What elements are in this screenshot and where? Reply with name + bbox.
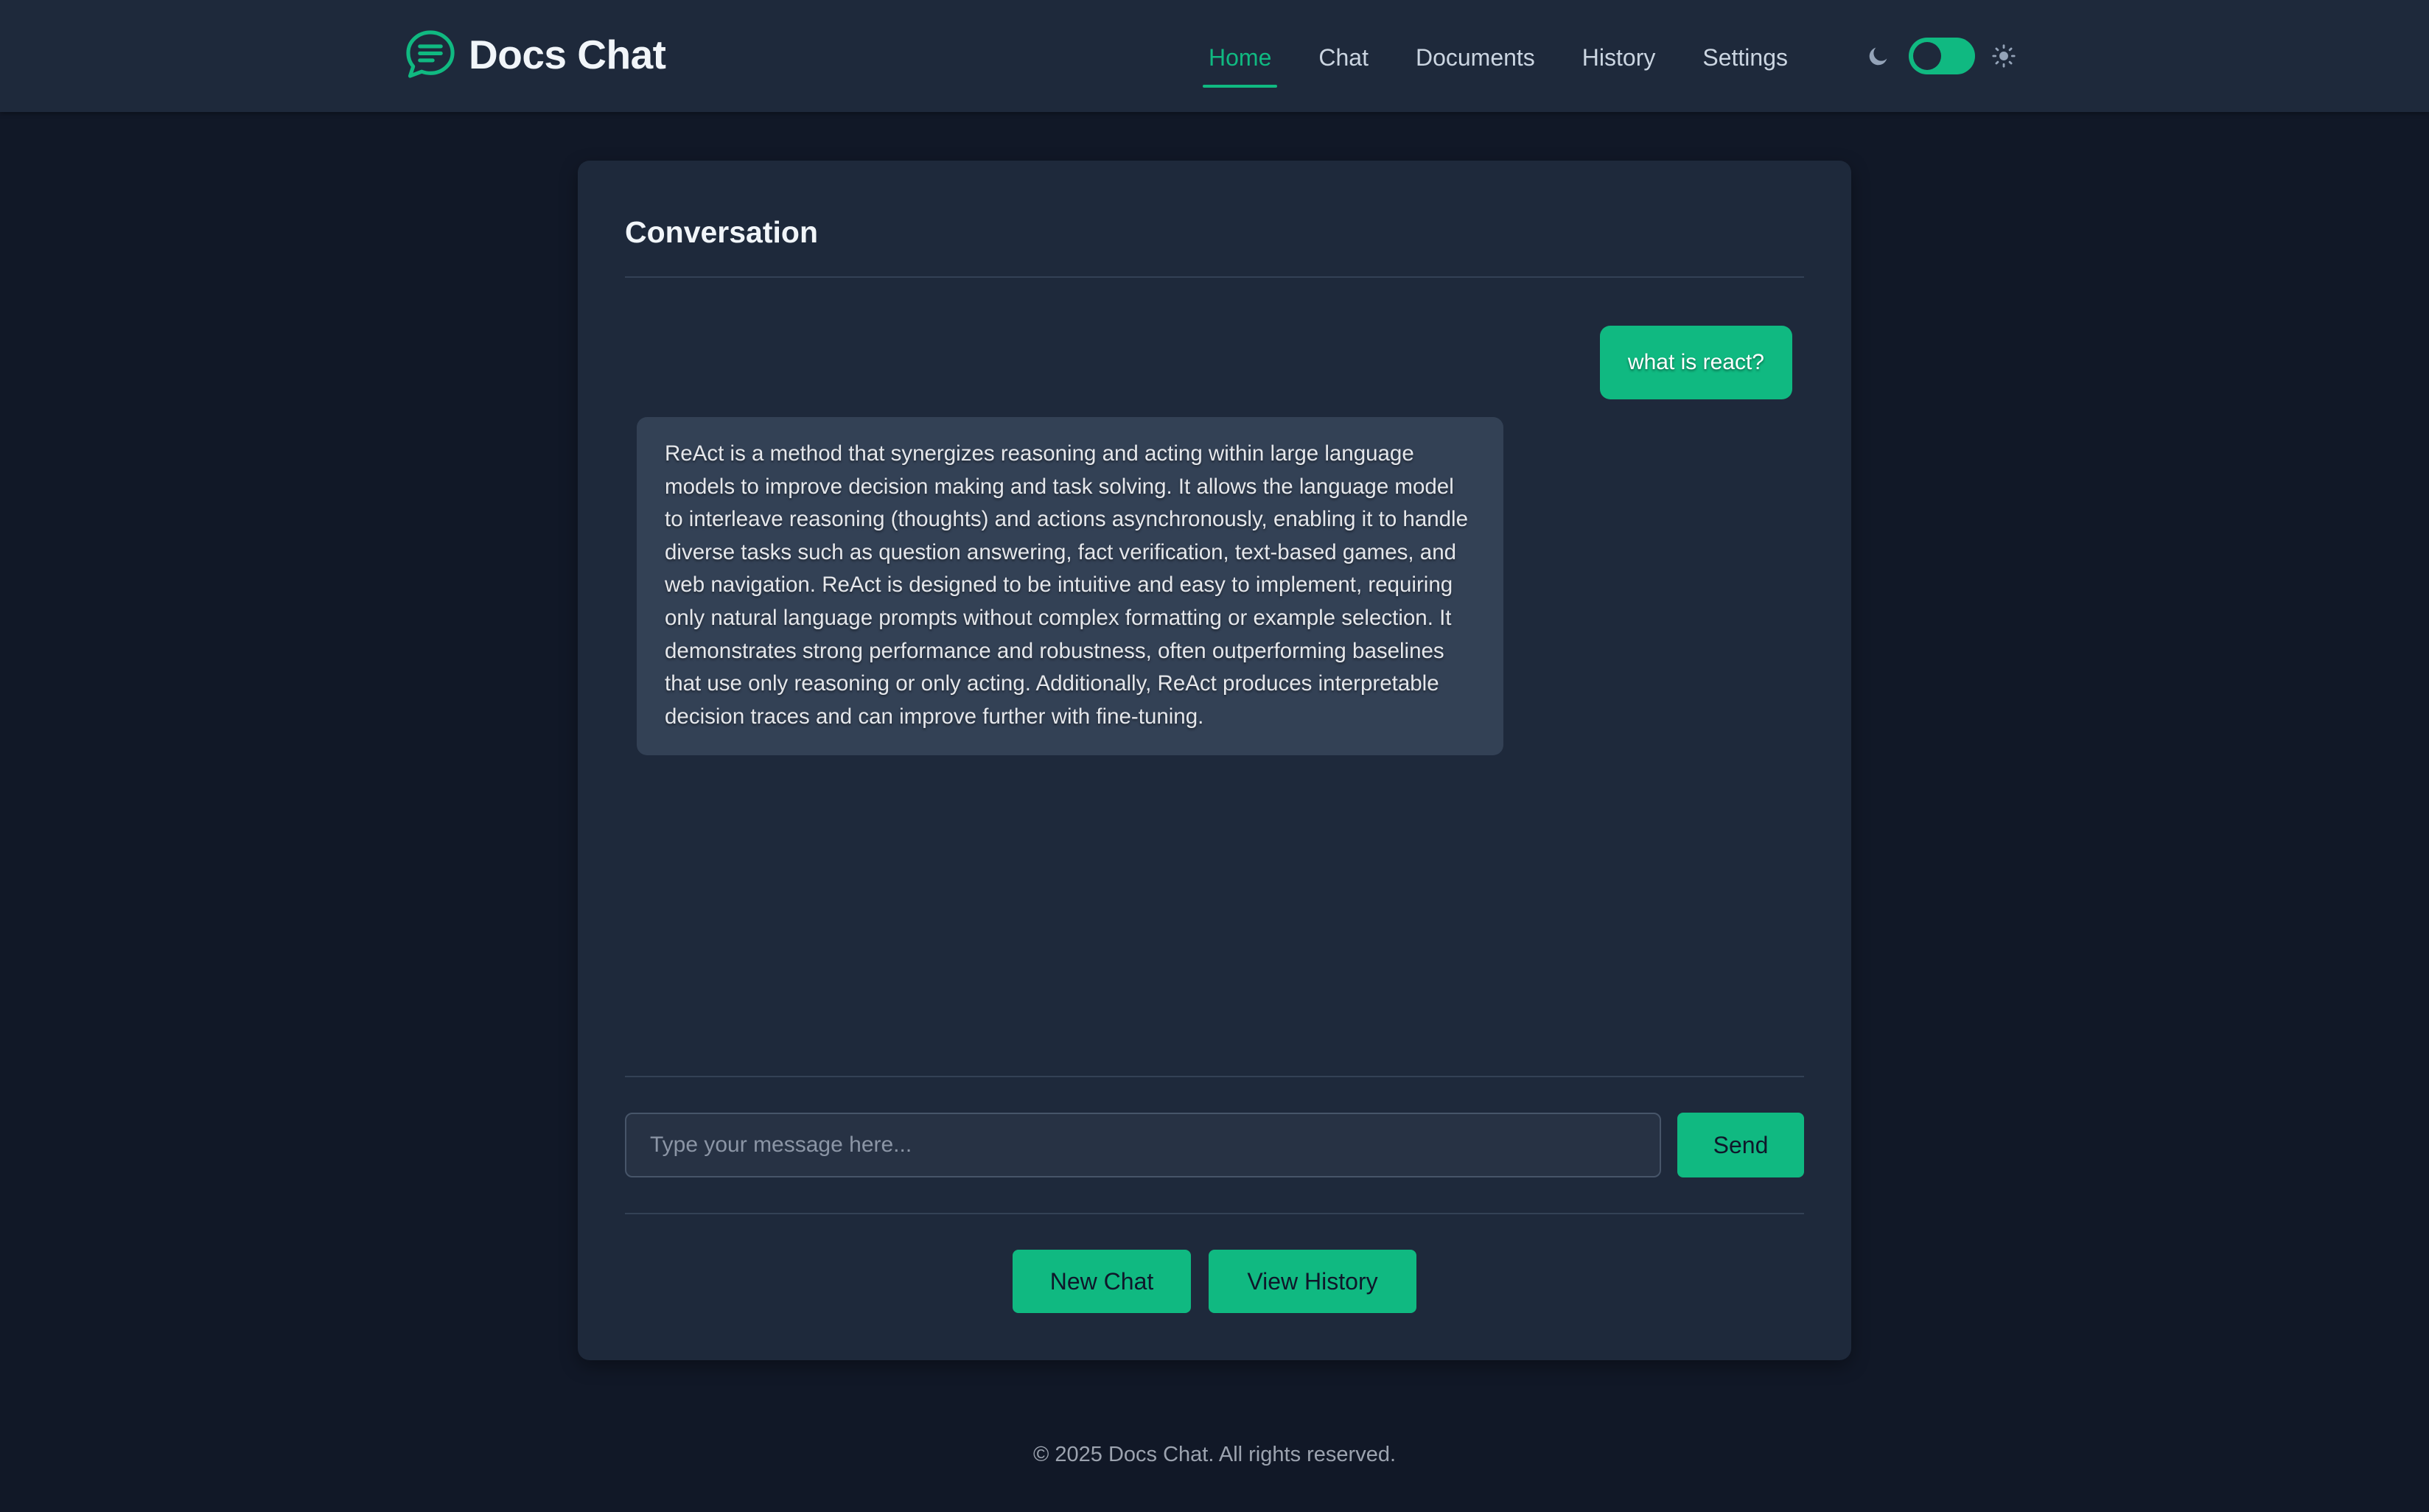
nav-item-documents[interactable]: Documents — [1416, 44, 1535, 71]
nav-item-home[interactable]: Home — [1202, 44, 1278, 88]
nav-item-chat[interactable]: Chat — [1318, 44, 1369, 71]
conversation-card: Conversation what is react? ReAct is a m… — [578, 161, 1851, 1360]
title-divider — [625, 276, 1804, 278]
assistant-message: ReAct is a method that synergizes reason… — [637, 417, 1503, 756]
actions-divider — [625, 1213, 1804, 1214]
sun-icon — [1992, 44, 2016, 68]
user-message: what is react? — [1599, 326, 1792, 399]
app-title: Docs Chat — [469, 32, 666, 77]
composer: Send — [625, 1113, 1804, 1177]
chat-bubble-icon — [406, 30, 455, 78]
footer-copyright: © 2025 Docs Chat. All rights reserved. — [1032, 1443, 1397, 1466]
brand[interactable]: Docs Chat — [402, 25, 666, 84]
nav-item-settings[interactable]: Settings — [1702, 44, 1788, 71]
message-input[interactable] — [625, 1113, 1661, 1177]
moon-icon — [1869, 47, 1887, 66]
composer-divider — [625, 1076, 1804, 1077]
new-chat-button[interactable]: New Chat — [1013, 1250, 1191, 1313]
top-navbar: Docs Chat Home Chat Documents History Se… — [0, 0, 2429, 112]
conversation-title: Conversation — [625, 215, 818, 249]
main-nav: Home Chat Documents History Settings — [1202, 28, 1835, 88]
view-history-button[interactable]: View History — [1209, 1250, 1416, 1313]
send-button[interactable]: Send — [1677, 1113, 1804, 1177]
action-buttons: New Chat View History — [578, 1250, 1851, 1313]
theme-controls — [1866, 37, 2016, 75]
nav-item-history[interactable]: History — [1582, 44, 1656, 71]
toggle-knob — [1913, 42, 1941, 70]
theme-toggle[interactable] — [1909, 38, 1975, 74]
